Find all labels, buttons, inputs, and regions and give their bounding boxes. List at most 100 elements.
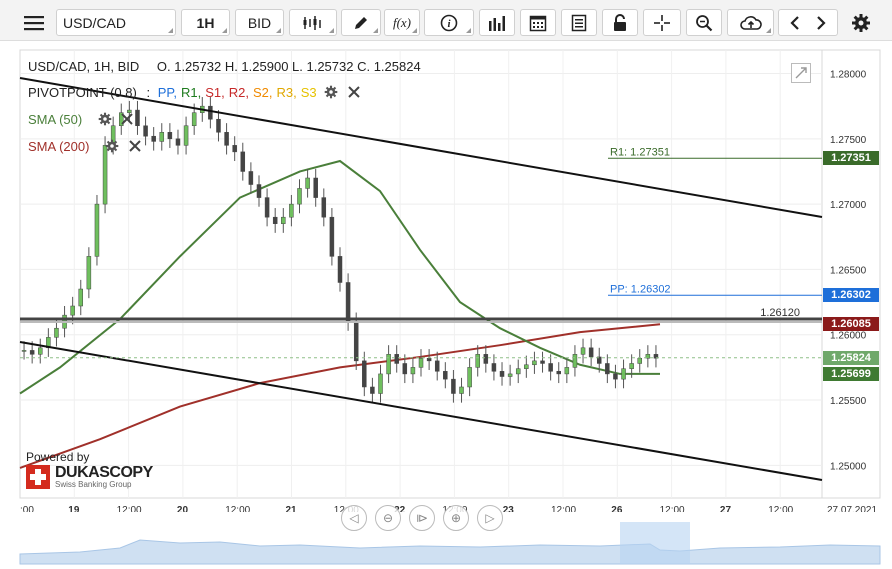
lock-button[interactable]	[602, 9, 638, 36]
zoom-in-button[interactable]: ⊕	[443, 505, 469, 531]
pivot-item-s1: S1,	[205, 85, 225, 100]
chart-toolbar: USD/CAD 1H BID f(x) i	[0, 0, 892, 41]
zoom-out-icon: ⊖	[382, 511, 394, 525]
pivot-remove-close-icon[interactable]	[348, 86, 360, 101]
bar-chart-icon	[489, 15, 505, 31]
sma50-label: SMA (50)	[28, 112, 83, 127]
chevron-left-icon[interactable]	[788, 15, 802, 31]
candle-body	[305, 177, 310, 189]
draw-tool-button[interactable]	[341, 9, 381, 36]
timeframe-select[interactable]: 1H	[181, 9, 230, 36]
scroll-left-button[interactable]: ◁	[341, 505, 367, 531]
candle-body	[70, 305, 75, 316]
candle-body	[443, 371, 448, 380]
candle-body	[524, 364, 529, 369]
candle-body	[86, 256, 92, 290]
powered-by-text: Powered by	[26, 450, 90, 464]
pivot-sep: :	[146, 85, 151, 100]
candle-body	[451, 378, 456, 394]
candle-body	[426, 357, 432, 362]
pivot-item-s3: S3	[300, 85, 317, 100]
settings-button[interactable]	[846, 9, 876, 36]
save-cloud-button[interactable]	[727, 9, 774, 36]
ohlc-values: O. 1.25732 H. 1.25900 L. 1.25732 C. 1.25…	[156, 59, 421, 74]
sma50-legend: SMA (50)	[28, 112, 134, 129]
calendar-button[interactable]	[520, 9, 556, 36]
news-button[interactable]	[561, 9, 597, 36]
zoom-in-icon: ⊕	[450, 511, 462, 525]
candle-body	[329, 216, 335, 257]
magnifier-icon	[696, 14, 713, 31]
svg-text:i: i	[447, 18, 451, 30]
instrument-select[interactable]: USD/CAD	[56, 9, 176, 36]
triangle-left-icon: ◁	[349, 511, 359, 525]
y-tick-label: 1.25500	[830, 396, 867, 407]
zoom-out-button[interactable]: ⊖	[375, 505, 401, 531]
candle-body	[289, 203, 294, 218]
chevron-right-icon[interactable]	[814, 15, 828, 31]
reset-view-button[interactable]: ⧐	[409, 505, 435, 531]
candle-body	[256, 184, 262, 198]
candle-body	[467, 367, 472, 388]
crosshair-icon	[654, 14, 670, 31]
candle-body	[515, 368, 521, 375]
sma200-settings-gear-icon[interactable]	[105, 139, 119, 156]
reset-icon: ⧐	[416, 511, 428, 525]
sma50-settings-gear-icon[interactable]	[98, 112, 112, 129]
y-tick-label: 1.27000	[830, 200, 867, 211]
pp-level-label: PP: 1.26302	[610, 283, 671, 295]
candle-body	[459, 386, 464, 394]
side-select[interactable]: BID	[235, 9, 284, 36]
candle-body	[362, 360, 367, 388]
candle-body	[629, 363, 634, 369]
brand-sub: Swiss Banking Group	[55, 480, 132, 489]
candle-body	[321, 197, 327, 218]
volume-button[interactable]	[479, 9, 515, 36]
dukascopy-branding: Powered by DUKASCOPY Swiss Banking Group	[26, 450, 153, 489]
pivot-settings-gear-icon[interactable]	[324, 85, 338, 102]
pivot-item-r1: R1,	[181, 85, 202, 100]
candle-body	[637, 357, 642, 364]
price-chart[interactable]: R1: 1.27351 PP: 1.26302 1.26120 1.28000 1.2…	[0, 40, 892, 569]
instrument-value: USD/CAD	[63, 14, 127, 31]
candle-body	[378, 373, 383, 394]
candlestick-icon	[303, 15, 321, 30]
candle-body	[232, 145, 237, 153]
zoom-button[interactable]	[686, 9, 722, 36]
crosshair-button[interactable]	[643, 9, 681, 36]
candle-body	[216, 118, 221, 133]
candle-body	[54, 327, 59, 338]
candle-body	[345, 282, 351, 322]
popout-icon[interactable]	[791, 63, 811, 83]
candle-body	[394, 354, 399, 364]
menu-icon[interactable]	[15, 9, 53, 36]
pivot-legend: PIVOTPOINT (0.8) : PP, R1, S1, R2, S2, R3, S3	[28, 85, 360, 102]
candle-body	[491, 363, 497, 372]
indicators-button[interactable]: f(x)	[384, 9, 420, 36]
sma50-remove-close-icon[interactable]	[121, 113, 134, 128]
candle-body	[418, 357, 424, 368]
chart-type-button[interactable]	[289, 9, 337, 36]
y-tick-label: 1.27500	[830, 135, 867, 146]
timeframe-value: 1H	[196, 14, 215, 31]
candle-body	[264, 197, 270, 218]
chart-area[interactable]: R1: 1.27351 PP: 1.26302 1.26120 1.28000 1.2…	[0, 40, 892, 569]
candle-body	[556, 371, 561, 375]
brand-name: DUKASCOPY	[55, 464, 153, 481]
scroll-right-button[interactable]: ▷	[477, 505, 503, 531]
candle-body	[175, 138, 181, 146]
y-tick-label: 1.28000	[830, 70, 867, 81]
candle-body	[272, 216, 278, 224]
pivot-item-s2: S2,	[252, 85, 273, 100]
sma200-remove-close-icon[interactable]	[128, 140, 141, 155]
pivot-item-r2: R2,	[228, 85, 249, 100]
fx-label: f(x)	[392, 14, 412, 30]
level-line-label: 1.26120	[760, 307, 800, 319]
candle-body	[370, 386, 375, 394]
sma200-price-tag: 1.26085	[823, 316, 879, 331]
candle-body	[78, 288, 84, 307]
navigator-window[interactable]	[620, 522, 690, 564]
candle-body	[532, 360, 537, 366]
candle-body	[548, 363, 553, 372]
info-button[interactable]: i	[424, 9, 474, 36]
